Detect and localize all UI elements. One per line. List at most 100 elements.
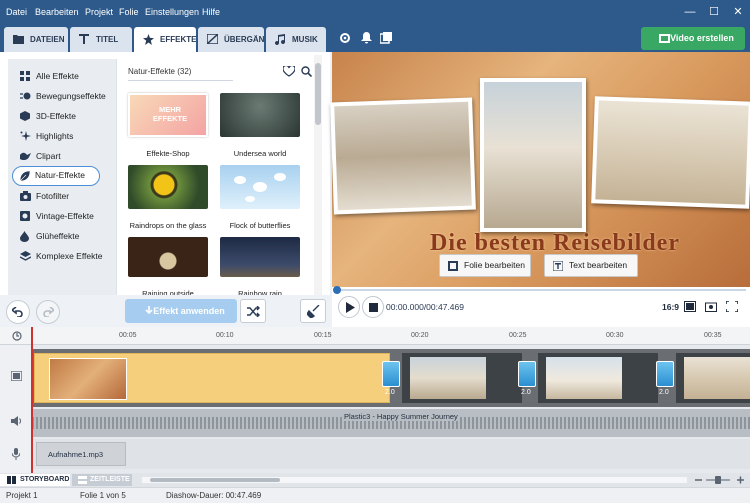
shuffle-button[interactable] [240, 299, 266, 323]
sidebar-item-alle-effekte[interactable]: Alle Effekte [8, 67, 116, 85]
zoom-slider[interactable] [706, 476, 730, 484]
voice-clip[interactable]: Aufnahme1.mp3 [36, 442, 126, 466]
effect-thumb-undersea-world[interactable] [220, 93, 300, 137]
sidebar-item-fotofilter[interactable]: Fotofilter [8, 187, 116, 205]
playback-bar: 00:00.000/00:47.469 16:9 [332, 286, 750, 327]
sidebar-item-glueheffekte[interactable]: Glüheffekte [8, 227, 116, 245]
effect-thumb-effekte-shop[interactable]: MEHR EFFEKTE [128, 93, 208, 137]
timeline-playhead[interactable] [31, 327, 33, 473]
transition-icon [207, 34, 218, 44]
slide-edit-icon [448, 261, 458, 271]
effects-scrollbar[interactable] [314, 55, 322, 295]
film-icon [659, 34, 670, 43]
transition-1[interactable] [382, 361, 400, 387]
tab-uebergaenge[interactable]: ÜBERGÄNGE [198, 27, 264, 52]
track-icons [0, 345, 32, 473]
edit-slide-button[interactable]: Folie bearbeiten [439, 254, 531, 277]
main-tabs: DATEIEN TITEL EFFEKTE ÜBERGÄNGE MUSIK [0, 24, 330, 52]
snapshot-icon[interactable] [705, 301, 717, 312]
timeline-view-button[interactable]: ZEITLEISTE [72, 474, 132, 486]
sidebar-item-3d-effekte[interactable]: 3D-Effekte [8, 107, 116, 125]
audio-track[interactable]: Plastic3 - Happy Summer Journey [32, 409, 750, 437]
effect-thumb-rainbow-rain[interactable] [220, 237, 300, 277]
maximize-icon[interactable]: ☐ [706, 5, 722, 19]
sidebar-item-bewegungseffekte[interactable]: Bewegungseffekte [8, 87, 116, 105]
tab-label: DATEIEN [30, 35, 65, 44]
menu-folie[interactable]: Folie [119, 0, 139, 24]
sidebar-item-highlights[interactable]: Highlights [8, 127, 116, 145]
photo-gallery-icon[interactable] [380, 32, 392, 44]
create-video-button[interactable]: Video erstellen [641, 27, 745, 50]
minimize-icon[interactable]: — [682, 5, 698, 19]
folder-icon [13, 35, 24, 44]
timeline-slide-4[interactable] [676, 353, 750, 403]
status-duration: Diashow-Dauer: 00:47.469 [166, 491, 262, 500]
redo-button[interactable] [36, 300, 60, 324]
tab-musik[interactable]: MUSIK [266, 27, 326, 52]
timeline-slide-1[interactable] [34, 353, 390, 403]
vintage-icon [20, 211, 30, 221]
slide-preview[interactable]: Die besten Reisebilder Folie bearbeiten … [330, 52, 750, 287]
edit-text-button[interactable]: Text bearbeiten [544, 254, 638, 277]
storyboard-view-button[interactable]: STORYBOARD [0, 474, 70, 486]
effect-thumb-raindrops[interactable] [128, 165, 208, 209]
camera-icon [20, 191, 31, 201]
timeline-area: 00:05 00:10 00:15 00:20 00:25 00:30 00:3… [0, 327, 750, 473]
scrollbar-thumb[interactable] [315, 63, 321, 125]
menu-datei[interactable]: Datei [6, 0, 27, 24]
sidebar-item-clipart[interactable]: Clipart [8, 147, 116, 165]
fullscreen-icon[interactable] [726, 301, 738, 312]
effect-label: Effekte-Shop [146, 149, 190, 158]
playback-progress-track[interactable] [333, 286, 746, 294]
tab-dateien[interactable]: DATEIEN [4, 27, 68, 52]
close-icon[interactable]: ✕ [730, 5, 746, 19]
timeline-slide-2[interactable] [402, 353, 522, 403]
menu-projekt[interactable]: Projekt [85, 0, 113, 24]
ruler-tick-label: 00:15 [314, 332, 332, 339]
ruler-tick-label: 00:05 [119, 332, 137, 339]
undo-icon [12, 307, 23, 317]
zoom-out-icon[interactable] [694, 475, 703, 485]
text-t-icon [79, 34, 89, 44]
transition-3[interactable] [656, 361, 674, 387]
timeline-scrollbar-thumb[interactable] [150, 478, 280, 482]
progress-knob[interactable] [333, 286, 341, 294]
menu-bearbeiten[interactable]: Bearbeiten [35, 0, 79, 24]
tab-effekte[interactable]: EFFEKTE [134, 27, 196, 52]
butterfly-icon [234, 173, 286, 202]
storyboard-label: STORYBOARD [20, 476, 70, 483]
bell-icon[interactable] [361, 32, 372, 44]
slide-thumbnail [546, 357, 622, 399]
clear-effects-button[interactable] [300, 299, 326, 323]
search-icon[interactable] [301, 66, 312, 77]
menu-einstellungen[interactable]: Einstellungen [145, 0, 199, 24]
effect-label: Flock of butterflies [229, 221, 291, 230]
aspect-ratio[interactable]: 16:9 [662, 302, 679, 312]
timeline-slide-3[interactable] [538, 353, 658, 403]
speaker-icon [11, 416, 22, 426]
time-ruler[interactable]: 00:05 00:10 00:15 00:20 00:25 00:30 00:3… [0, 327, 750, 345]
settings-gear-icon[interactable] [339, 32, 351, 44]
audio-track-label: Plastic3 - Happy Summer Journey [342, 412, 460, 421]
effect-thumb-flock-of-butterflies[interactable] [220, 165, 300, 209]
ruler-tick-label: 00:30 [606, 332, 624, 339]
preview-size-icon[interactable] [684, 301, 696, 312]
tab-titel[interactable]: TITEL [70, 27, 132, 52]
stop-button[interactable] [362, 296, 384, 318]
play-button[interactable] [338, 296, 360, 318]
menu-hilfe[interactable]: Hilfe [202, 0, 220, 24]
shuffle-icon [247, 306, 260, 317]
zoom-slider-knob[interactable] [715, 476, 721, 484]
undo-button[interactable] [6, 300, 30, 324]
zoom-in-icon[interactable] [736, 475, 745, 485]
timeline-scrollbar[interactable] [142, 477, 687, 483]
sidebar-item-komplexe-effekte[interactable]: Komplexe Effekte [8, 247, 116, 265]
sidebar-item-vintage-effekte[interactable]: Vintage-Effekte [8, 207, 116, 225]
sidebar-label: Fotofilter [36, 191, 70, 201]
effect-thumb-raining-outside[interactable] [128, 237, 208, 277]
sidebar-item-natur-effekte[interactable]: Natur-Effekte [12, 166, 100, 186]
favorite-heart-icon[interactable] [283, 66, 295, 77]
transition-2[interactable] [518, 361, 536, 387]
apply-effect-button[interactable]: Effekt anwenden [125, 299, 237, 323]
sidebar-label: Vintage-Effekte [36, 211, 94, 221]
